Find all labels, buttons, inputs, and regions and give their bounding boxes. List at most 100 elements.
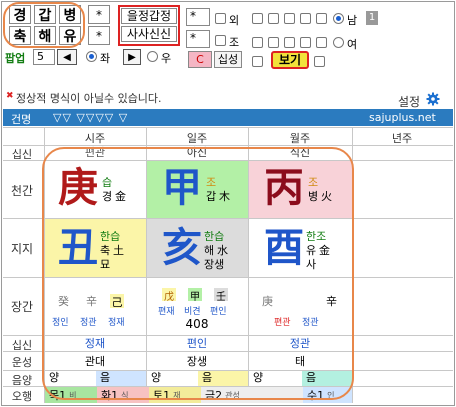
ohaeng-to-label: 토1: [153, 389, 171, 402]
prev-button[interactable]: ◀: [57, 49, 77, 65]
janggan-il-label-1: 편재: [158, 307, 175, 317]
pillar-cell-2-4[interactable]: *: [88, 26, 110, 45]
col-head-yeonju: 년주: [391, 132, 413, 145]
jiji-il-han: 한습: [204, 230, 225, 243]
star-input-2[interactable]: *: [186, 30, 210, 48]
pillar-cell-1-4[interactable]: *: [88, 5, 110, 24]
jiji-si-char: 丑: [58, 224, 98, 271]
ohaeng-geum-label: 금2: [205, 389, 223, 402]
cheongan-si-kor: 경: [102, 190, 113, 203]
c-button[interactable]: C: [188, 51, 212, 68]
ohaeng-geum-sub: 관성: [225, 390, 240, 400]
ganji-bottom[interactable]: 사사신신: [121, 26, 177, 42]
pillar-cell-1-3[interactable]: 병: [59, 5, 81, 24]
popup-label: 팝업: [5, 52, 26, 65]
cheongan-si-han: 습: [102, 176, 113, 189]
cheongan-il-kor: 갑: [206, 190, 217, 203]
cheongan-si-elem: 金: [115, 190, 126, 203]
gear-icon[interactable]: [426, 92, 440, 106]
checkbox-r1-4[interactable]: [300, 13, 311, 24]
cheongan-il-char: 甲: [162, 164, 202, 211]
star-input-1[interactable]: *: [186, 8, 210, 26]
radio-right-label: 우: [161, 52, 172, 65]
janggan-il-char-3: 壬: [214, 288, 228, 303]
cheongan-wol-char: 丙: [264, 164, 304, 211]
col-head-wolju: 월주: [289, 132, 311, 145]
nam-label: 남: [347, 14, 358, 27]
eumyang-6: 음: [302, 371, 352, 386]
checkbox-r2-3[interactable]: [284, 37, 295, 48]
sipsin-bottom-il: 편인: [186, 337, 208, 350]
row-label-cheongan: 천간: [10, 184, 34, 198]
checkbox-r1-5[interactable]: [316, 13, 327, 24]
janggan-si-char-1: 癸: [58, 295, 69, 308]
sipsin-top-si: 편관: [84, 146, 106, 159]
ohaeng-mok-label: 목1: [49, 389, 67, 402]
play-button[interactable]: ▶: [123, 49, 141, 65]
ganji-top[interactable]: 을정갑정: [121, 8, 177, 24]
pillar-cell-1-2[interactable]: 갑: [34, 5, 56, 24]
row-label-eumyang: 음양: [11, 374, 33, 387]
checkbox-r2-1[interactable]: [252, 37, 263, 48]
janggan-si-char-2: 辛: [86, 295, 97, 308]
unseong-si: 관대: [84, 355, 106, 368]
checkbox-r1-3[interactable]: [284, 13, 295, 24]
sipsung-button[interactable]: 십성: [214, 51, 242, 68]
yeo-label: 여: [347, 38, 358, 51]
checkbox-r2-5[interactable]: [316, 37, 327, 48]
ohaeng-su-sub: 인: [327, 390, 335, 400]
grid-line: [3, 127, 453, 128]
janggan-wol-label-1: 편관: [274, 318, 291, 328]
pillar-cell-2-1[interactable]: 축: [9, 26, 31, 45]
row-label-janggan: 장간: [10, 300, 34, 314]
pillar-cell-2-3[interactable]: 유: [59, 26, 81, 45]
ohaeng-hwa-sub: 식: [121, 390, 129, 400]
yeo-radio[interactable]: [333, 37, 344, 48]
janggan-wol-char-2: 辛: [326, 295, 337, 308]
pillar-cell-1-1[interactable]: 경: [9, 5, 31, 24]
radio-right[interactable]: [147, 51, 158, 62]
checkbox-r2-2[interactable]: [268, 37, 279, 48]
janggan-il-label-3: 편인: [210, 307, 227, 317]
header-triangles: ▽▽ ▽▽▽▽ ▽: [53, 111, 129, 124]
ohaeng-to-sub: 재: [173, 390, 181, 400]
nam-badge: 1: [366, 11, 378, 25]
number-input[interactable]: 5: [33, 49, 55, 65]
checkbox-r1-1[interactable]: [252, 13, 263, 24]
pillar-cell-2-2[interactable]: 해: [34, 26, 56, 45]
grid-line: [352, 127, 353, 403]
radio-left[interactable]: [86, 51, 97, 62]
jo-checkbox[interactable]: [215, 35, 226, 46]
sipsin-bottom-wol: 정관: [289, 337, 311, 350]
jiji-wol-elem: 金: [319, 244, 330, 257]
ohaeng-to: 토1 재: [149, 387, 201, 403]
sipsin-bottom-si: 정재: [84, 337, 106, 350]
janggan-si-label-2: 정관: [80, 318, 97, 328]
grid-line: [3, 351, 453, 352]
jiji-si-han: 한습: [100, 230, 121, 243]
unseong-il: 장생: [186, 355, 208, 368]
jiji-si-kor: 축: [100, 244, 111, 257]
janggan-il-char-2: 甲: [188, 288, 202, 303]
row-label-sipsin-top: 십신: [11, 148, 33, 161]
bogi-button[interactable]: 보기: [271, 51, 309, 69]
jiji-il-sub: 장생: [204, 258, 225, 271]
bogi-checkbox[interactable]: [252, 56, 263, 67]
checkbox-r2-4[interactable]: [300, 37, 311, 48]
jiji-si-elem: 土: [113, 244, 124, 257]
janggan-wol-char-1: 庚: [262, 295, 273, 308]
ohaeng-mok-sub: 비: [69, 390, 77, 400]
grid-line: [3, 335, 453, 336]
oe-checkbox[interactable]: [215, 13, 226, 24]
checkbox-r3-2[interactable]: [314, 56, 325, 67]
jiji-il-char: 亥: [162, 224, 202, 271]
settings-label[interactable]: 설정: [398, 93, 420, 110]
cheongan-wol-elem: 火: [321, 190, 332, 203]
eumyang-1: 양: [45, 371, 95, 386]
eumyang-2: 음: [96, 371, 146, 386]
nam-radio[interactable]: [333, 13, 344, 24]
jiji-il-kor: 해: [204, 244, 215, 257]
checkbox-r1-2[interactable]: [268, 13, 279, 24]
row-label-sipsin-bottom: 십신: [11, 339, 33, 352]
ohaeng-su-label: 수1: [307, 389, 325, 402]
